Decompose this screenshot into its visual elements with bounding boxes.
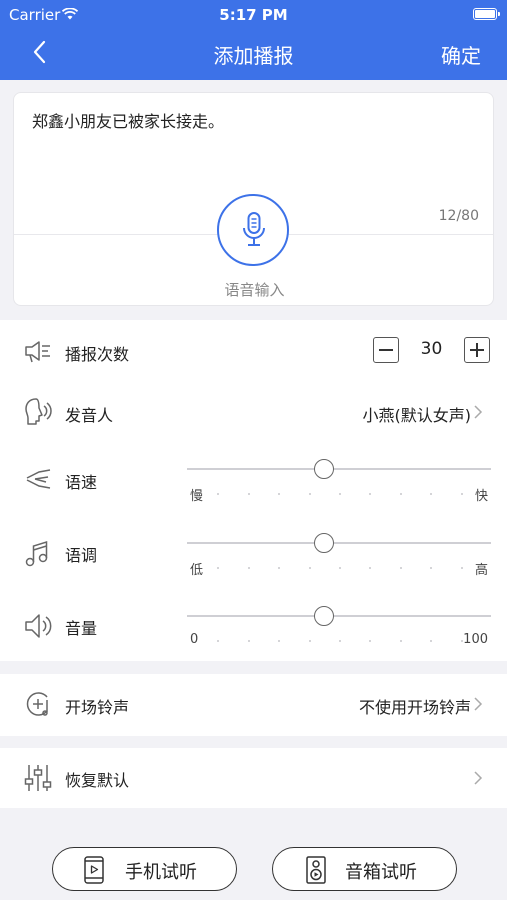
volume-slider-thumb[interactable] <box>314 606 334 626</box>
slider-tick <box>400 493 402 495</box>
speaker-value[interactable]: 小燕(默认女声) <box>363 402 472 426</box>
slider-tick <box>430 567 432 569</box>
speaker-preview-label: 音箱试听 <box>345 862 417 883</box>
microphone-icon <box>243 212 265 246</box>
slider-tick <box>248 640 250 642</box>
chevron-right-icon[interactable] <box>473 404 483 420</box>
slider-tick <box>217 493 219 495</box>
pitch-slider-thumb[interactable] <box>314 533 334 553</box>
opening-ring-row[interactable]: 开场铃声 不使用开场铃声 <box>0 674 507 736</box>
broadcast-text-input[interactable]: 郑鑫小朋友已被家长接走。 <box>32 108 224 132</box>
slider-tick <box>248 567 250 569</box>
play-count-label: 播报次数 <box>65 345 130 364</box>
pitch-slider: 低 高 <box>187 532 491 582</box>
volume-icon <box>25 614 52 638</box>
decrement-button[interactable] <box>373 337 399 363</box>
nav-bar: Carrier 5:17 PM 添加播报 确定 <box>0 0 507 80</box>
slider-tick <box>369 493 371 495</box>
slider-tick <box>217 567 219 569</box>
speed-slider-thumb[interactable] <box>314 459 334 479</box>
pitch-min-label: 低 <box>190 563 204 578</box>
slider-tick <box>461 493 463 495</box>
page-title: 添加播报 <box>213 44 294 68</box>
sliders-adjust-icon <box>24 765 52 791</box>
play-count-stepper: 30 <box>373 337 490 365</box>
volume-slider: 0 100 <box>187 605 491 655</box>
slider-tick <box>248 493 250 495</box>
volume-slider-track[interactable] <box>187 615 491 617</box>
phone-preview-button[interactable]: 手机试听 <box>52 847 237 891</box>
voice-input-button[interactable] <box>217 194 289 266</box>
voice-input-label: 语音输入 <box>224 281 285 299</box>
broadcast-text-card: 郑鑫小朋友已被家长接走。 12/80 语音输入 <box>13 92 494 306</box>
speed-max-label: 快 <box>474 489 488 504</box>
slider-tick <box>278 567 280 569</box>
chevron-right-icon <box>474 771 483 785</box>
restore-defaults-label: 恢复默认 <box>65 771 130 790</box>
volume-min-label: 0 <box>190 632 199 647</box>
ringtone-add-icon <box>26 692 48 716</box>
speaker-label: 发音人 <box>65 406 114 425</box>
chevron-right-icon <box>474 697 483 711</box>
status-time: 5:17 PM <box>219 6 288 24</box>
music-note-icon <box>25 540 48 567</box>
volume-label: 音量 <box>65 619 98 638</box>
speed-min-label: 慢 <box>190 489 204 504</box>
slider-tick <box>369 640 371 642</box>
pitch-slider-track[interactable] <box>187 542 491 544</box>
slider-tick <box>309 493 311 495</box>
speed-slider-ticks <box>187 493 491 497</box>
slider-tick <box>339 493 341 495</box>
slider-tick <box>461 567 463 569</box>
battery-icon <box>473 8 500 20</box>
confirm-button[interactable]: 确定 <box>441 40 481 69</box>
phone-preview-label: 手机试听 <box>125 862 197 883</box>
pitch-slider-ticks <box>187 567 491 571</box>
speaker-voice-icon <box>25 398 52 425</box>
slider-tick <box>309 567 311 569</box>
speed-slider-track[interactable] <box>187 468 491 470</box>
slider-tick <box>339 640 341 642</box>
slider-tick <box>309 640 311 642</box>
slider-tick <box>430 640 432 642</box>
speech-speed-icon <box>26 469 51 489</box>
char-counter: 12/80 <box>438 208 479 224</box>
speaker-box-icon <box>306 856 326 884</box>
status-bar: Carrier 5:17 PM <box>0 4 507 24</box>
slider-tick <box>278 493 280 495</box>
pitch-max-label: 高 <box>474 563 488 578</box>
speed-label: 语速 <box>65 473 98 492</box>
pitch-label: 语调 <box>65 546 98 565</box>
speaker-preview-button[interactable]: 音箱试听 <box>272 847 457 891</box>
slider-tick <box>217 640 219 642</box>
slider-tick <box>278 640 280 642</box>
slider-tick <box>369 567 371 569</box>
slider-tick <box>339 567 341 569</box>
play-count-value[interactable]: 30 <box>401 339 462 359</box>
slider-tick <box>400 567 402 569</box>
slider-tick <box>400 640 402 642</box>
increment-button[interactable] <box>464 337 490 363</box>
slider-tick <box>430 493 432 495</box>
phone-play-icon <box>84 856 104 884</box>
volume-slider-ticks <box>187 640 491 644</box>
broadcast-speaker-icon <box>25 341 50 363</box>
restore-defaults-row[interactable]: 恢复默认 <box>0 748 507 808</box>
volume-max-label: 100 <box>463 632 488 647</box>
opening-ring-label: 开场铃声 <box>65 698 130 717</box>
speed-slider: 慢 快 <box>187 458 491 508</box>
opening-ring-value: 不使用开场铃声 <box>358 698 471 717</box>
